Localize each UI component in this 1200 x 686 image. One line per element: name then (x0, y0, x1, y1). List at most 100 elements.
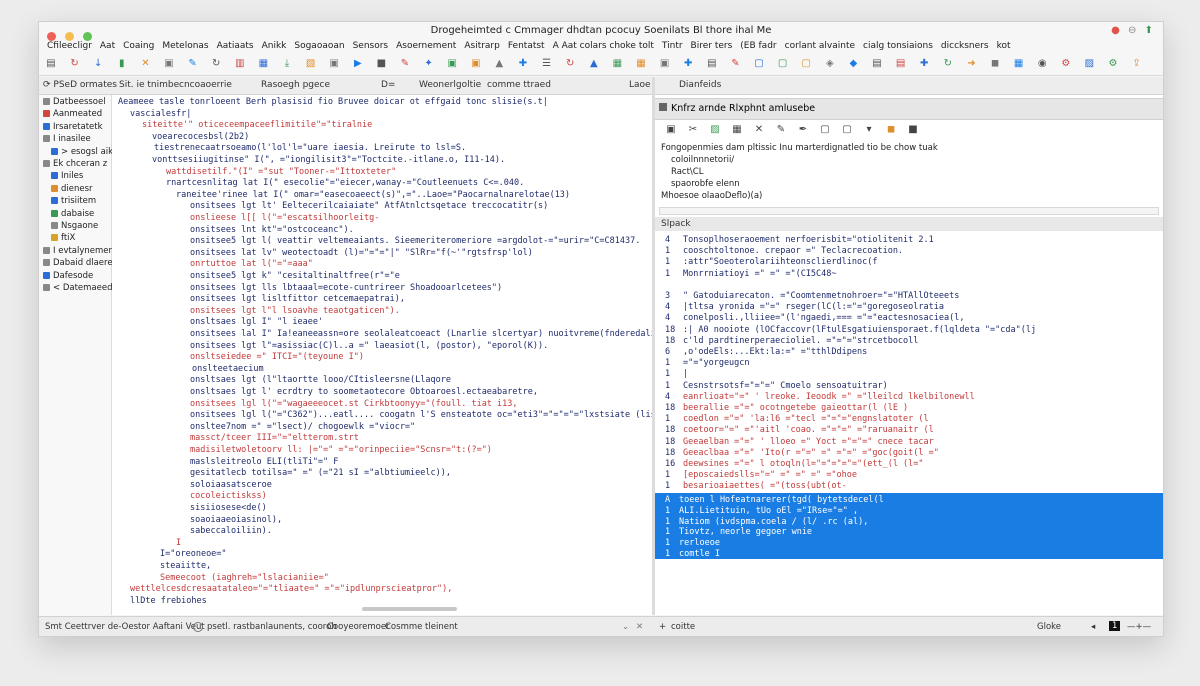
menu-item-4[interactable]: Aatiaats (217, 41, 254, 51)
dropdown-icon[interactable]: ▾ (863, 124, 875, 136)
close-x-icon[interactable]: ✕ (636, 622, 643, 632)
chevron-down-icon[interactable]: ⌄ (622, 622, 629, 632)
tab-7[interactable]: Laoe (629, 80, 651, 90)
refresh-icon[interactable]: ↻ (210, 58, 222, 70)
refresh-icon[interactable]: ↻ (69, 58, 81, 70)
document-icon[interactable]: ▤ (706, 58, 718, 70)
menu-item-14[interactable]: (EB fadr (740, 41, 776, 51)
tab-4[interactable]: D= (381, 80, 395, 90)
sidebar-item-1[interactable]: Aanmeated (43, 109, 102, 121)
frame-icon[interactable]: ▢ (841, 124, 853, 136)
window-icon[interactable]: ▣ (328, 58, 340, 70)
code-editor[interactable]: Aeameee tasle tonrloeent Berh plasisid f… (112, 95, 702, 615)
speaker-icon[interactable]: ◂ (1091, 622, 1095, 632)
sidebar-item-3[interactable]: I inasilee (43, 134, 91, 146)
menu-item-0[interactable]: Cfileecligr (47, 41, 92, 51)
menu-item-17[interactable]: diccksners (941, 41, 989, 51)
frame-icon[interactable]: ▢ (753, 58, 765, 70)
tab-6[interactable]: comme ttraed (487, 80, 551, 90)
refresh-icon[interactable]: ↻ (942, 58, 954, 70)
menu-item-7[interactable]: Sensors (353, 41, 389, 51)
stop-icon[interactable]: ◼ (989, 58, 1001, 70)
pen-icon[interactable]: ✒ (797, 124, 809, 136)
edit-icon[interactable]: ✎ (399, 58, 411, 70)
lock-icon[interactable]: ▲ (588, 58, 600, 70)
menu-item-13[interactable]: Birer ters (691, 41, 733, 51)
menu-item-9[interactable]: Asitrarp (464, 41, 500, 51)
menu-item-10[interactable]: Fentatst (508, 41, 545, 51)
menu-item-5[interactable]: Anikk (262, 41, 287, 51)
doc-icon[interactable]: ▤ (871, 58, 883, 70)
layout-icon[interactable]: ▧ (305, 58, 317, 70)
edit-icon[interactable]: ✎ (729, 58, 741, 70)
menu-item-8[interactable]: Asoernement (396, 41, 456, 51)
menu-item-2[interactable]: Coaing (123, 41, 154, 51)
paint-icon[interactable]: ✎ (187, 58, 199, 70)
menu-item-16[interactable]: cialg tonsiaions (863, 41, 933, 51)
sidebar-item-11[interactable]: ftiX (51, 233, 75, 245)
tab-1[interactable]: Sit. ie tnimbe (119, 80, 179, 90)
gear-icon[interactable]: ⚙ (1060, 58, 1072, 70)
menu-item-1[interactable]: Aat (100, 41, 115, 51)
tab-0[interactable]: ⟳ PSeD ormates (43, 80, 117, 90)
menu-item-18[interactable]: kot (997, 41, 1011, 51)
upload-icon[interactable]: ⬆ (1145, 25, 1153, 36)
play-icon[interactable]: ▶ (352, 58, 364, 70)
window-icon[interactable]: ▣ (470, 58, 482, 70)
editor-horizontal-scrollbar[interactable] (362, 607, 457, 611)
settings-icon[interactable]: ⚙ (1107, 58, 1119, 70)
grid-icon[interactable]: ▦ (1013, 58, 1025, 70)
save-icon[interactable]: ▣ (665, 124, 677, 136)
record-icon[interactable]: ● (1111, 25, 1120, 36)
refresh-icon[interactable]: ↻ (564, 58, 576, 70)
pin-icon[interactable]: ✚ (517, 58, 529, 70)
panel-icon[interactable]: ▥ (234, 58, 246, 70)
tab-2[interactable]: cncoaoerrie (179, 80, 232, 90)
pin-icon[interactable]: ✚ (918, 58, 930, 70)
share-icon[interactable]: ⇪ (1131, 58, 1143, 70)
square-icon[interactable]: ■ (375, 58, 387, 70)
frame-icon[interactable]: ▢ (800, 58, 812, 70)
window-icon[interactable]: ▣ (446, 58, 458, 70)
shield-icon[interactable]: ◉ (1036, 58, 1048, 70)
menu-item-12[interactable]: Tintr (662, 41, 683, 51)
sidebar-item-15[interactable]: < Datemaeed (43, 283, 112, 295)
chart-icon[interactable]: ▨ (709, 124, 721, 136)
stop-icon[interactable]: ◼ (885, 124, 897, 136)
doc-icon[interactable]: ▤ (895, 58, 907, 70)
bookmark-icon[interactable]: ▮ (116, 58, 128, 70)
square-icon[interactable]: ■ (907, 124, 919, 136)
document-icon[interactable]: ▤ (45, 58, 57, 70)
sidebar-item-7[interactable]: dienesr (51, 184, 93, 196)
status-theme[interactable]: Cosmme tleinent (385, 622, 458, 632)
brush-icon[interactable]: ✎ (775, 124, 787, 136)
grid-icon[interactable]: ▦ (257, 58, 269, 70)
sidebar-item-4[interactable]: > esogsl aik (51, 147, 113, 159)
star-icon[interactable]: ✦ (423, 58, 435, 70)
menu-item-3[interactable]: Metelonas (162, 41, 208, 51)
minus-circle-icon[interactable]: ⊖ (1128, 25, 1136, 36)
sidebar-item-14[interactable]: Dafesode (43, 271, 93, 283)
selected-output-block[interactable]: A toeen l Hofeatnarerer(tgd( bytetsdecel… (655, 493, 1163, 559)
sidebar-item-10[interactable]: Nsgaone (51, 221, 98, 233)
frame-icon[interactable]: ▢ (777, 58, 789, 70)
shapes-icon[interactable]: ◆ (847, 58, 859, 70)
status-zoom[interactable]: Gloke (1037, 622, 1061, 632)
close-x-icon[interactable]: ✕ (139, 58, 151, 70)
down-arrow-icon[interactable]: ↓ (92, 58, 104, 70)
grid-icon[interactable]: ▦ (635, 58, 647, 70)
pin-icon[interactable]: ✚ (682, 58, 694, 70)
window-icon[interactable]: ▣ (659, 58, 671, 70)
frame-icon[interactable]: ▢ (819, 124, 831, 136)
sidebar-item-2[interactable]: Irsaretatetk (43, 122, 103, 134)
grid-icon[interactable]: ▦ (731, 124, 743, 136)
sidebar-item-6[interactable]: Iniles (51, 171, 83, 183)
tab-diagnostics[interactable]: Dianfeids (679, 80, 721, 90)
menu-item-6[interactable]: Sogaoaoan (294, 41, 344, 51)
grid-icon[interactable]: ▦ (611, 58, 623, 70)
list-icon[interactable]: ☰ (541, 58, 553, 70)
sidebar-item-5[interactable]: Ek chceran z (43, 159, 107, 171)
plus-icon[interactable]: + (659, 622, 666, 632)
status-compose[interactable]: Cooyeoremoer (327, 622, 390, 632)
menu-item-15[interactable]: corlant alvainte (785, 41, 855, 51)
